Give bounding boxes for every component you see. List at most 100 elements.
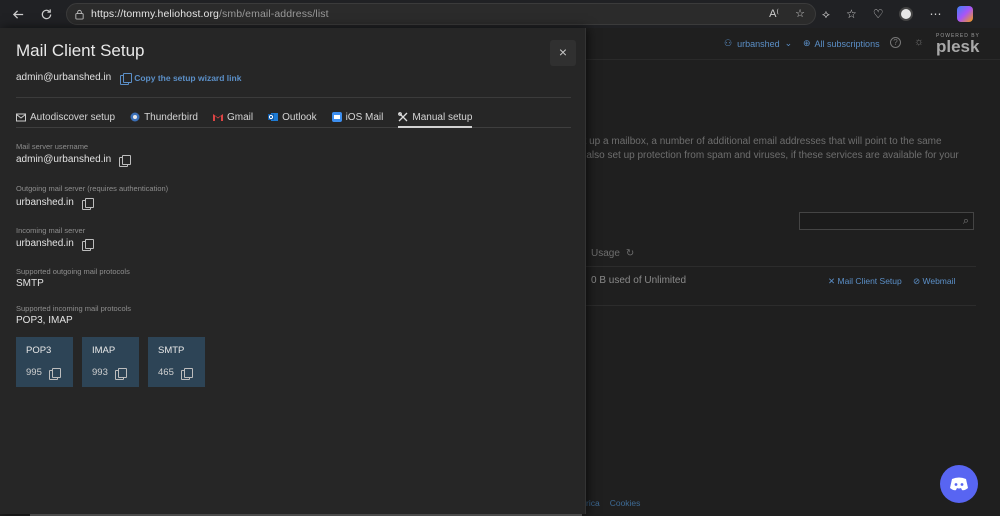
port-card-pop3: POP3 995 [16,337,73,387]
chevron-down-icon: ⌄ [784,38,793,48]
theme-sun-icon[interactable]: ☼ [914,36,924,48]
extensions-icon[interactable]: ⟡ [822,7,830,22]
star-icon[interactable]: ☆ [795,7,805,20]
browser-extensions: ⟡ ☆ ♡ ⋯ [822,0,974,28]
tab-label: Autodiscover setup [30,112,116,123]
discord-chat-button[interactable] [940,465,978,503]
lock-icon [67,9,91,20]
copy-icon[interactable] [81,197,94,210]
read-aloud-icon[interactable]: A⁽ [769,7,779,20]
outgoing-protocols-label: Supported outgoing mail protocols [16,267,130,276]
port-card-smtp: SMTP 465 [148,337,205,387]
mail-client-setup-label: Mail Client Setup [837,276,902,286]
account-email: admin@urbanshed.in [16,72,112,83]
tab-autodiscover[interactable]: Autodiscover setup [16,112,115,128]
plesk-subscriptions-menu[interactable]: ⊕ All subscriptions [803,38,880,49]
back-button[interactable] [4,0,32,28]
usage-column-header: Usage ↻ [591,248,634,259]
copy-icon [120,72,133,85]
incoming-server-row: urbanshed.in [16,238,94,251]
port-name: POP3 [26,345,52,356]
arrow-left-icon [12,9,23,19]
copilot-icon[interactable] [957,6,974,22]
tab-label: Thunderbird [144,112,198,123]
refresh-icon [41,8,51,19]
port-number: 993 [92,367,108,378]
browser-toolbar: https://tommy.heliohost.org/smb/email-ad… [0,0,1000,28]
plesk-wordmark: plesk [936,37,980,56]
mail-client-setup-panel: Mail Client Setup × admin@urbanshed.in C… [0,28,586,514]
outgoing-server-label: Outgoing mail server (requires authentic… [16,184,169,193]
plesk-user-menu[interactable]: ⚇ urbanshed ⌄ [724,38,792,49]
plesk-subscriptions-label: All subscriptions [814,38,880,49]
search-input[interactable]: ⌕ [799,212,974,230]
refresh-icon[interactable]: ↻ [626,248,634,259]
copy-icon[interactable] [81,238,94,251]
tab-gmail[interactable]: Gmail [212,112,254,128]
tab-label: Gmail [226,112,254,123]
discord-icon [950,477,968,490]
outlook-icon [268,112,279,122]
gmail-icon [212,112,223,122]
ios-mail-icon [331,112,342,122]
envelope-icon [16,112,26,122]
close-button[interactable]: × [550,40,576,66]
tab-label: Outlook [282,112,317,123]
plesk-user-name: urbanshed [737,38,780,49]
copy-wizard-link-label: Copy the setup wizard link [134,72,242,83]
refresh-button[interactable] [32,0,60,28]
table-divider [586,305,976,306]
footer-link-cookies[interactable]: Cookies [610,498,641,508]
more-icon[interactable]: ⋯ [929,7,941,21]
search-icon: ⌕ [962,215,969,227]
incoming-server-label: Incoming mail server [16,226,86,235]
user-icon: ⚇ [724,38,733,48]
webmail-link[interactable]: ⊘ Webmail [913,276,955,287]
tab-label: iOS Mail [345,112,384,123]
usage-value: 0 B used of Unlimited [591,275,687,286]
outgoing-protocols-value: SMTP [16,278,44,289]
address-bar[interactable]: https://tommy.heliohost.org/smb/email-ad… [66,3,816,25]
panel-title: Mail Client Setup [16,41,145,60]
username-label: Mail server username [16,142,89,151]
tab-thunderbird[interactable]: Thunderbird [130,112,198,128]
port-name: SMTP [158,345,185,356]
health-icon[interactable]: ♡ [873,7,884,21]
copy-wizard-link[interactable]: Copy the setup wizard link [120,72,242,85]
description-line-1: et up a mailbox, a number of additional … [578,136,942,147]
incoming-protocols-value: POP3, IMAP [16,315,73,326]
favorites-icon[interactable]: ☆ [846,7,857,21]
copy-icon[interactable] [180,367,193,380]
tab-label: Manual setup [412,112,473,123]
help-icon[interactable]: ? [890,37,901,48]
tab-ios-mail[interactable]: iOS Mail [331,112,384,128]
divider [16,97,571,98]
profile-avatar[interactable] [899,7,914,21]
copy-icon[interactable] [48,367,61,380]
plesk-logo: POWERED BY plesk [936,33,980,57]
plesk-description: et up a mailbox, a number of additional … [578,135,978,163]
username-value: admin@urbanshed.in [16,154,112,165]
port-number: 995 [26,367,42,378]
copy-icon[interactable] [114,367,127,380]
globe-icon: ⊕ [803,38,811,48]
footer-link-a[interactable]: rica [586,498,600,508]
table-divider [586,266,976,267]
tab-outlook[interactable]: Outlook [268,112,317,128]
address-actions: A⁽ ☆ [769,7,805,20]
tab-manual-setup[interactable]: Manual setup [398,112,473,128]
outgoing-server-value: urbanshed.in [16,197,74,208]
setup-tabs: Autodiscover setup Thunderbird Gmail Out… [16,112,571,128]
outgoing-server-row: urbanshed.in [16,197,94,210]
username-value-row: admin@urbanshed.in [16,154,132,167]
port-number: 465 [158,367,174,378]
tools-icon [398,112,408,122]
url-path: /smb/email-address/list [218,8,329,20]
account-row: admin@urbanshed.in Copy the setup wizard… [16,72,242,85]
mail-client-setup-link[interactable]: ✕ Mail Client Setup [828,276,902,287]
description-line-2: n also set up protection from spam and v… [578,150,959,161]
incoming-protocols-label: Supported incoming mail protocols [16,304,132,313]
copy-icon[interactable] [119,154,132,167]
port-name: IMAP [92,345,116,356]
url-text: https://tommy.heliohost.org/smb/email-ad… [91,8,329,20]
